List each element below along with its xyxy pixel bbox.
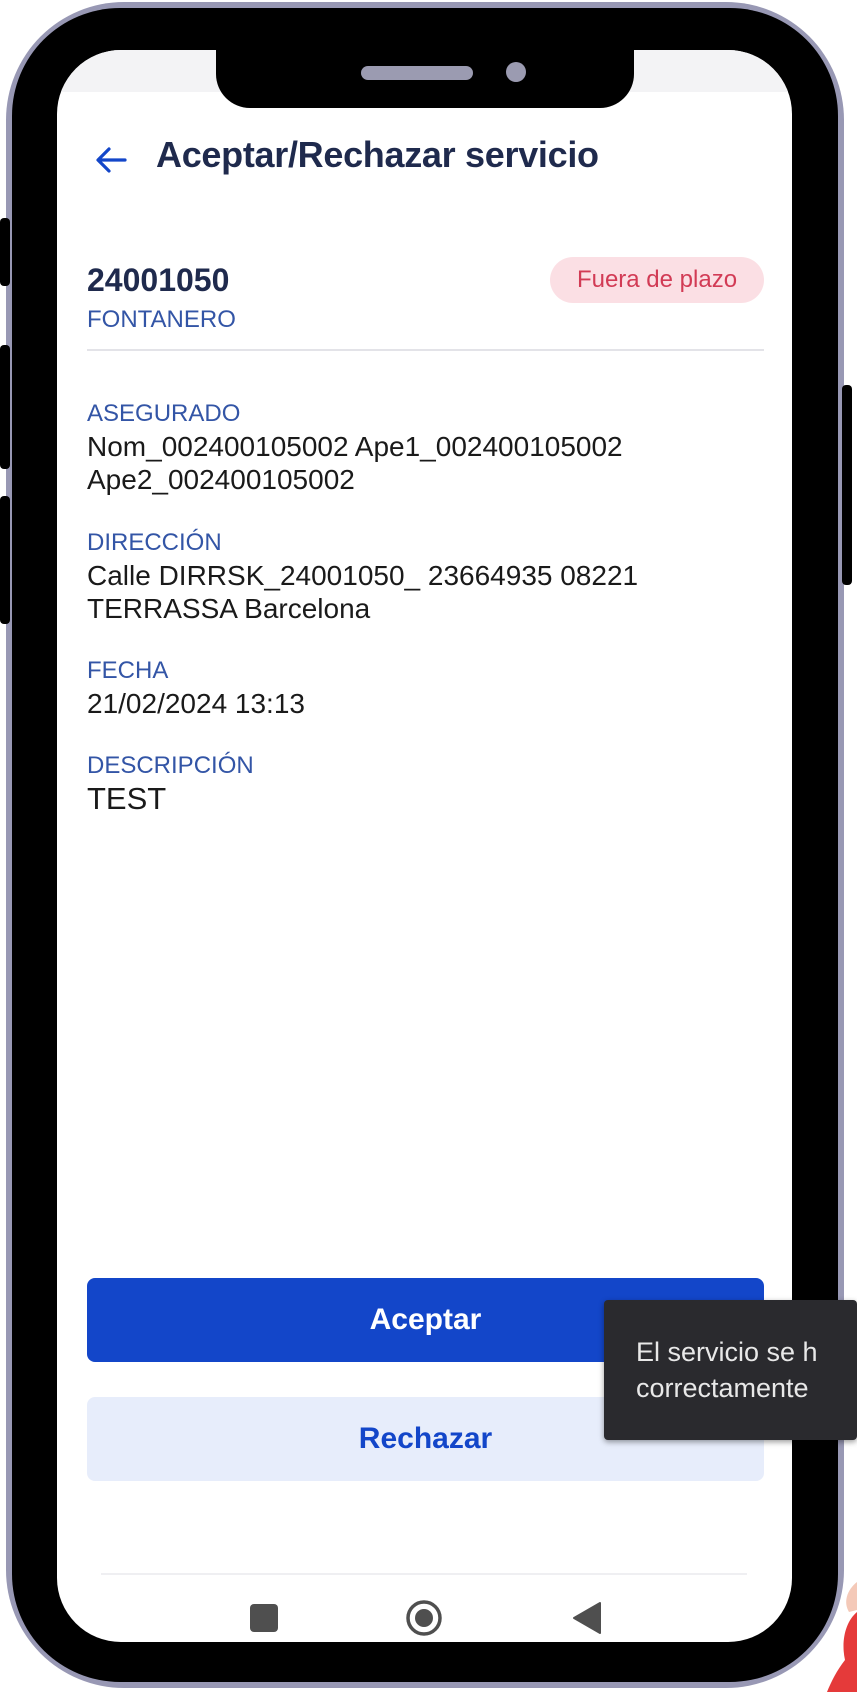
toast-line-1: El servicio se h	[636, 1337, 818, 1367]
recents-square-icon[interactable]	[250, 1604, 278, 1632]
date-label: FECHA	[87, 657, 169, 684]
service-trade: FONTANERO	[87, 306, 236, 333]
service-number: 24001050	[87, 262, 230, 298]
divider	[87, 349, 764, 351]
description-label: DESCRIPCIÓN	[87, 752, 254, 779]
insured-label: ASEGURADO	[87, 400, 241, 427]
arrow-left-icon[interactable]	[93, 142, 129, 178]
status-badge: Fuera de plazo	[550, 257, 764, 303]
phone-side-button-left-1	[0, 218, 10, 286]
description-value: TEST	[87, 781, 167, 816]
phone-side-button-left-2	[0, 345, 10, 469]
phone-notch	[216, 50, 634, 108]
navbar-divider	[101, 1573, 747, 1575]
page-title: Aceptar/Rechazar servicio	[156, 134, 599, 175]
phone-side-button-right	[842, 385, 852, 585]
address-value: Calle DIRRSK_24001050_ 23664935 08221 TE…	[87, 560, 639, 624]
phone-side-button-left-3	[0, 496, 10, 624]
toast-line-2: correctamente	[636, 1373, 809, 1403]
address-label: DIRECCIÓN	[87, 529, 222, 556]
toast-message: El servicio se h correctamente	[604, 1300, 857, 1440]
hand-decoration	[827, 1582, 857, 1692]
back-triangle-icon[interactable]	[570, 1599, 606, 1637]
insured-value: Nom_002400105002 Ape1_002400105002 Ape2_…	[87, 431, 623, 495]
home-circle-icon[interactable]	[405, 1599, 443, 1637]
speaker-grille	[361, 66, 473, 80]
front-camera	[506, 62, 526, 82]
date-value: 21/02/2024 13:13	[87, 688, 305, 719]
